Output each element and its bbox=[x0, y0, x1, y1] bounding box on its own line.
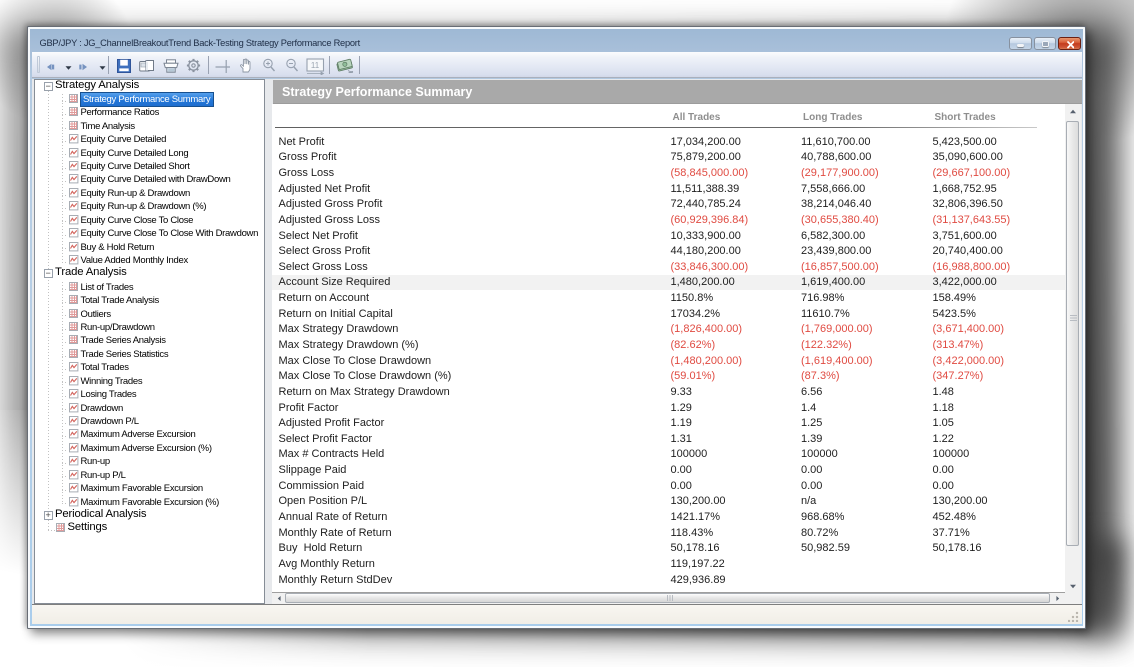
svg-text:11: 11 bbox=[311, 61, 320, 70]
